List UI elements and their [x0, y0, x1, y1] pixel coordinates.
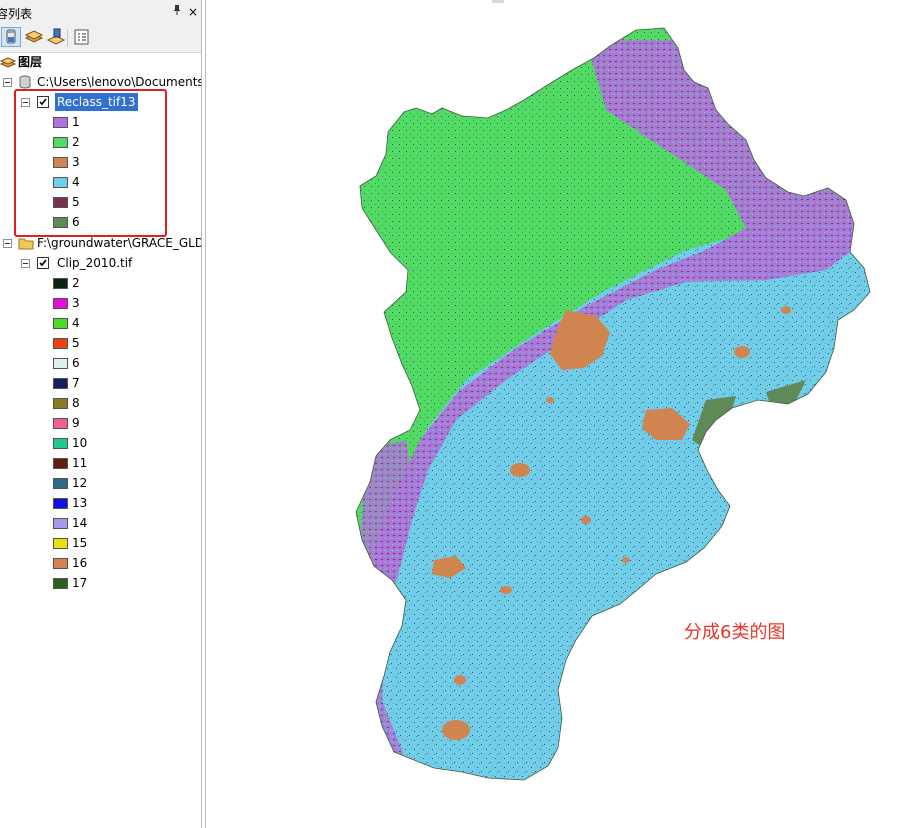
- legend-swatch[interactable]: [53, 338, 68, 349]
- legend-swatch[interactable]: [53, 318, 68, 329]
- legend-class-label: 10: [72, 436, 88, 450]
- legend-swatch[interactable]: [53, 438, 68, 449]
- legend-class-label: 8: [72, 396, 80, 410]
- legend-swatch[interactable]: [53, 278, 68, 289]
- urban-patch: [734, 346, 750, 358]
- legend-swatch[interactable]: [53, 458, 68, 469]
- legend-swatch[interactable]: [53, 358, 68, 369]
- legend-class-label: 15: [72, 536, 88, 550]
- toolbar-separator: [67, 29, 68, 47]
- legend-class-label: 14: [72, 516, 88, 530]
- urban-patch: [781, 306, 791, 314]
- urban-patch: [500, 586, 512, 594]
- legend-class-label: 13: [72, 496, 88, 510]
- map-view[interactable]: 分成6类的图: [205, 0, 917, 828]
- legend-swatch[interactable]: [53, 398, 68, 409]
- table-of-contents-panel: 容列表 ×: [0, 0, 202, 828]
- legend-class-label: 17: [72, 576, 88, 590]
- collapse-icon[interactable]: [21, 259, 30, 268]
- urban-patch: [510, 463, 530, 477]
- legend-class-label: 5: [72, 336, 80, 350]
- legend-swatch[interactable]: [53, 538, 68, 549]
- list-by-drawing-order-icon[interactable]: [1, 27, 21, 47]
- legend-class-label: 16: [72, 556, 88, 570]
- pin-icon[interactable]: [170, 4, 184, 20]
- toc-toolbar: [0, 24, 201, 53]
- legend-class-label: 12: [72, 476, 88, 490]
- legend-swatch[interactable]: [53, 298, 68, 309]
- urban-patch: [546, 397, 554, 403]
- urban-patch: [442, 720, 470, 740]
- legend-class-label: 7: [72, 376, 80, 390]
- legend-swatch[interactable]: [53, 558, 68, 569]
- toc-titlebar: 容列表 ×: [0, 0, 201, 25]
- layers-icon: [0, 57, 16, 68]
- urban-patch: [581, 516, 591, 524]
- close-icon[interactable]: ×: [186, 4, 200, 20]
- options-icon[interactable]: [72, 27, 92, 47]
- raster-classes: [356, 28, 870, 780]
- urban-patch: [622, 557, 630, 563]
- collapse-icon[interactable]: [3, 78, 12, 87]
- legend-swatch[interactable]: [53, 578, 68, 589]
- legend-class-label: 2: [72, 276, 80, 290]
- legend-class-label: 6: [72, 356, 80, 370]
- legend-class-label: 4: [72, 316, 80, 330]
- highlight-box: [14, 89, 167, 237]
- database-icon: [19, 75, 31, 89]
- legend-swatch[interactable]: [53, 378, 68, 389]
- urban-patch: [454, 675, 466, 685]
- list-by-source-icon[interactable]: [24, 27, 44, 47]
- legend-swatch[interactable]: [53, 498, 68, 509]
- legend-swatch[interactable]: [53, 518, 68, 529]
- list-by-visibility-icon[interactable]: [46, 27, 66, 47]
- map-annotation: 分成6类的图: [684, 622, 786, 643]
- folder-icon: [18, 238, 34, 250]
- collapse-icon[interactable]: [3, 239, 12, 248]
- toc-title: 容列表: [0, 7, 33, 21]
- layers-root-label: 图层: [18, 55, 43, 69]
- legend-swatch[interactable]: [53, 418, 68, 429]
- legend-swatch[interactable]: [53, 478, 68, 489]
- layer-name[interactable]: Clip_2010.tif: [57, 254, 132, 272]
- legend-class-label: 3: [72, 296, 80, 310]
- layer-visibility-checkbox[interactable]: [37, 257, 49, 269]
- legend-class-label: 9: [72, 416, 80, 430]
- legend-class-label: 11: [72, 456, 88, 470]
- classified-raster-map: [355, 27, 871, 781]
